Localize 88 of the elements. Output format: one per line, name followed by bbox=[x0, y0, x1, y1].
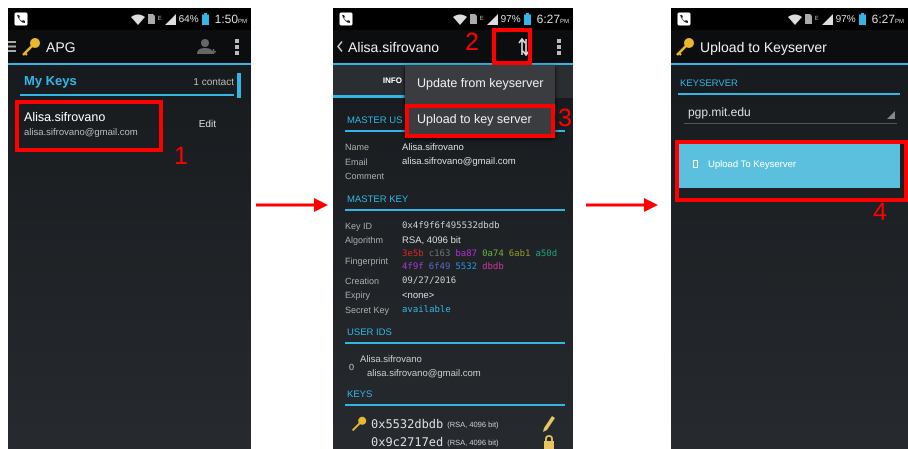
battery-percent: 64% bbox=[178, 14, 199, 24]
fingerprint-chunk: 6f49 bbox=[428, 260, 450, 274]
battery-icon bbox=[858, 13, 866, 25]
up-down-arrows-icon[interactable] bbox=[518, 38, 530, 56]
phone-icon bbox=[339, 12, 353, 26]
fingerprint-chunk: ba87 bbox=[455, 248, 478, 260]
field-value: 0x4f9f6f495532dbdb bbox=[402, 220, 500, 231]
phone-icon bbox=[14, 12, 28, 26]
key-icon bbox=[21, 36, 41, 56]
field-value: RSA, 4096 bit bbox=[402, 234, 461, 246]
user-id-index: 0 bbox=[349, 362, 354, 372]
menu-item[interactable]: Update from keyserver bbox=[405, 65, 555, 101]
field-value: <none> bbox=[402, 290, 434, 301]
fingerprint-chunk: a50d bbox=[535, 248, 558, 260]
signal-icon bbox=[164, 14, 176, 24]
battery-percent: 97% bbox=[836, 14, 856, 24]
clock-time: 6:27 bbox=[872, 12, 895, 26]
fingerprint-chunk: 4f9f bbox=[402, 260, 424, 274]
sim-card-icon bbox=[804, 14, 812, 24]
clock-time: 1:50 bbox=[214, 12, 238, 26]
lock-icon bbox=[543, 435, 555, 449]
section-header: USER IDS bbox=[345, 324, 565, 344]
right-arrow bbox=[586, 198, 658, 212]
field-value: alisa.sifrovano@gmail.com bbox=[402, 156, 516, 168]
step-number: 1 bbox=[174, 144, 188, 169]
scroll-indicator bbox=[237, 73, 241, 98]
step-number: 2 bbox=[465, 30, 479, 55]
placeholder-glyph-icon bbox=[693, 160, 698, 168]
phone-icon bbox=[677, 12, 691, 26]
clock-time: 6:27 bbox=[536, 12, 560, 26]
field-label: Fingerprint bbox=[345, 256, 390, 266]
field-label: Expiry bbox=[345, 290, 372, 300]
app-title: Upload to Keyserver bbox=[700, 38, 827, 54]
app-title: Alisa.sifrovano bbox=[348, 38, 440, 54]
fingerprint-chunk: 6ab1 bbox=[508, 248, 530, 260]
wifi-icon bbox=[452, 14, 467, 24]
section-header: KEYS bbox=[345, 386, 565, 406]
back-icon[interactable] bbox=[337, 41, 343, 52]
fingerprint-chunk: dbdb bbox=[482, 260, 504, 274]
key-icon bbox=[675, 36, 695, 56]
sim-card-icon bbox=[148, 14, 155, 24]
key-email: alisa.sifrovano@gmail.com bbox=[24, 127, 139, 138]
fingerprint-chunk: 0a74 bbox=[482, 248, 504, 260]
section-header: KEYSERVER bbox=[678, 75, 900, 95]
battery-icon bbox=[202, 13, 209, 25]
menu-item[interactable]: Upload to key server bbox=[405, 101, 555, 137]
dropdown-corner-icon bbox=[887, 111, 895, 119]
signal-icon bbox=[486, 14, 498, 24]
field-label: Secret Key bbox=[345, 304, 390, 315]
overflow-menu-icon[interactable] bbox=[235, 38, 239, 54]
field-value: available bbox=[402, 304, 451, 315]
add-person-icon[interactable] bbox=[196, 36, 216, 56]
key-name: Alisa.sifrovano bbox=[24, 110, 106, 124]
wifi-icon bbox=[130, 14, 145, 24]
fingerprint-chunk: 3e5b bbox=[402, 248, 424, 260]
wifi-icon bbox=[788, 14, 802, 24]
field-value: 09/27/2016 bbox=[402, 276, 456, 286]
field-label: Key ID bbox=[345, 220, 374, 231]
fingerprint-chunk: c163 bbox=[428, 248, 450, 260]
field-label: Name bbox=[345, 142, 370, 152]
key-icon bbox=[351, 416, 367, 432]
right-arrow bbox=[256, 198, 328, 212]
battery-icon bbox=[524, 13, 531, 25]
user-email: alisa.sifrovano@gmail.com bbox=[366, 368, 481, 379]
sim-card-icon bbox=[470, 14, 477, 24]
keyserver-dropdown[interactable]: pgp.mit.edu bbox=[684, 105, 897, 124]
list-header: My Keys bbox=[24, 73, 77, 88]
subkey-id: 0x9c2717ed bbox=[371, 435, 444, 449]
step-number: 4 bbox=[873, 200, 887, 225]
field-value: Alisa.sifrovano bbox=[402, 142, 464, 153]
app-title: APG bbox=[46, 38, 76, 54]
field-label: Email bbox=[345, 156, 369, 167]
user-name: Alisa.sifrovano bbox=[360, 354, 423, 365]
subkey-id: 0x5532dbdb bbox=[371, 417, 444, 431]
overflow-menu-icon[interactable] bbox=[557, 38, 561, 54]
battery-percent: 97% bbox=[500, 14, 521, 24]
field-label: Creation bbox=[345, 276, 380, 286]
pencil-icon bbox=[543, 416, 555, 432]
signal-icon bbox=[822, 14, 833, 24]
field-label: Comment bbox=[345, 171, 386, 182]
menu-icon[interactable] bbox=[8, 41, 16, 52]
highlight-frame bbox=[492, 28, 532, 65]
edit-button[interactable]: Edit bbox=[198, 118, 216, 130]
section-header: MASTER KEY bbox=[345, 190, 565, 210]
fingerprint-chunk: 5532 bbox=[455, 260, 478, 274]
field-label: Algorithm bbox=[345, 235, 384, 246]
contact-count: 1 contact bbox=[193, 77, 234, 88]
step-number: 3 bbox=[558, 106, 572, 131]
